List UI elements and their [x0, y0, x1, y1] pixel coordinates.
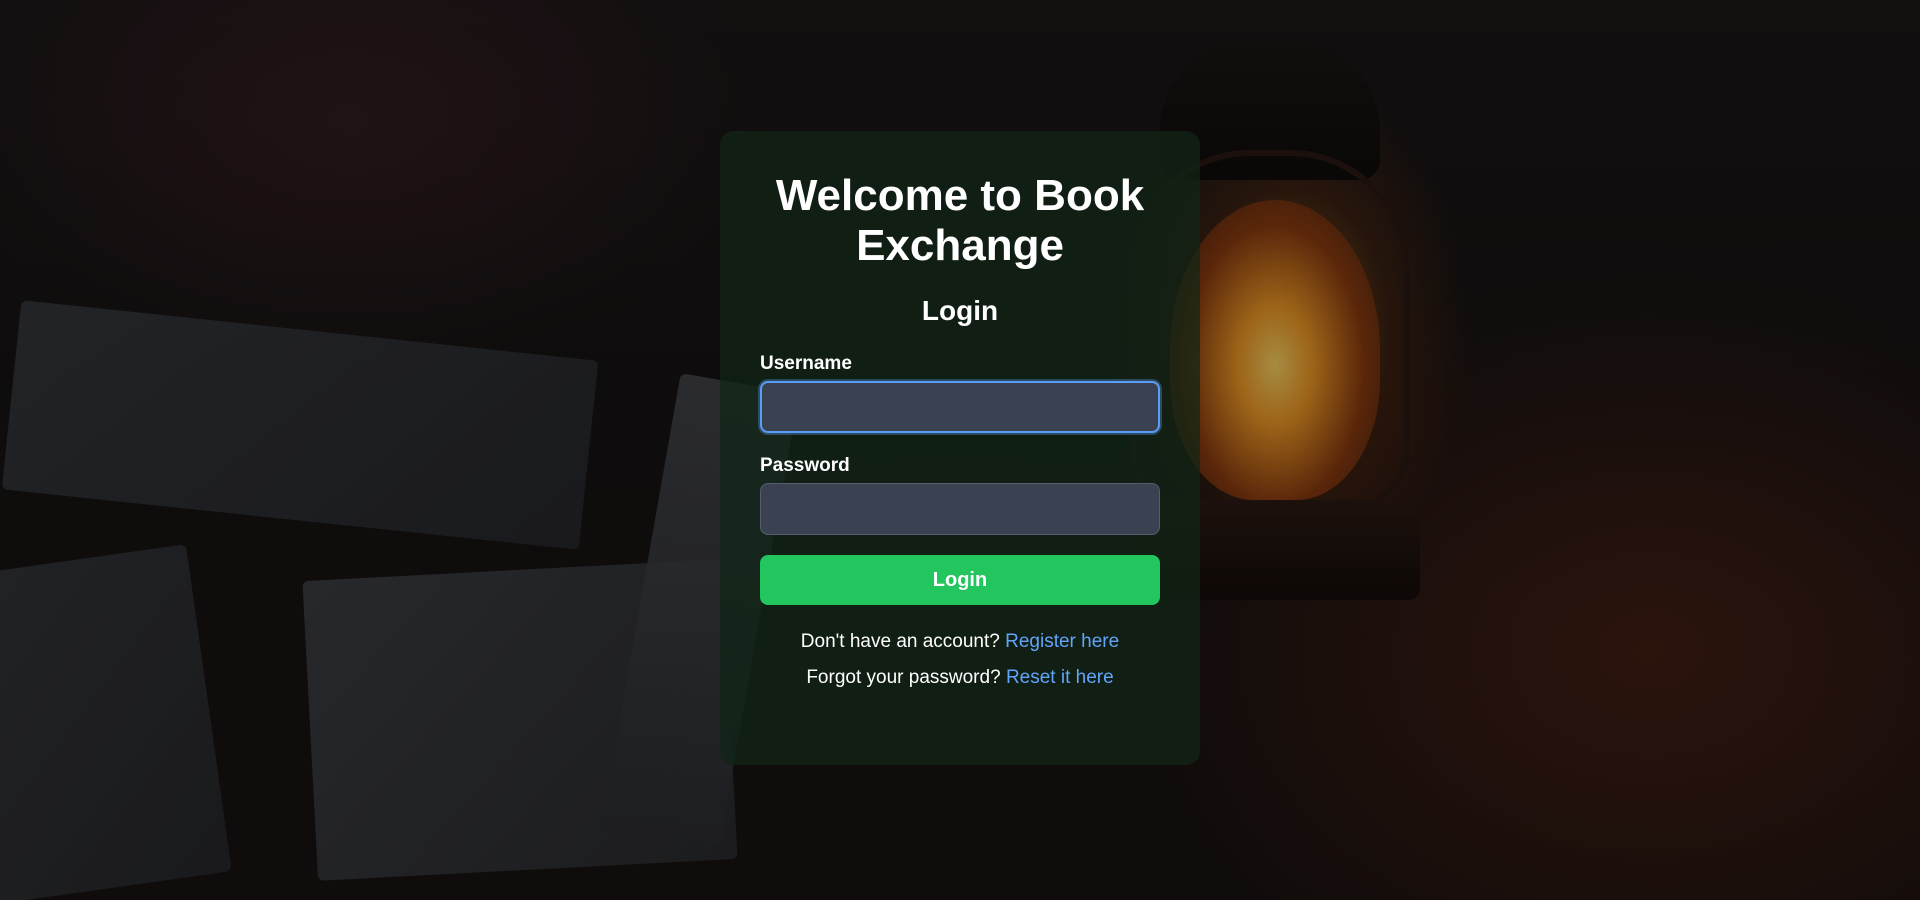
page-title: Welcome to Book Exchange [775, 171, 1145, 270]
login-button[interactable]: Login [760, 555, 1160, 605]
username-input[interactable] [760, 381, 1160, 433]
username-label: Username [760, 353, 852, 374]
register-prompt-text: Don't have an account? [800, 631, 1000, 652]
login-form: Username Password Login [760, 353, 1160, 605]
register-prompt-line: Don't have an account? Register here [760, 631, 1160, 653]
password-label: Password [760, 455, 850, 476]
reset-password-link[interactable]: Reset it here [1006, 667, 1114, 688]
register-link[interactable]: Register here [1005, 631, 1119, 652]
reset-prompt-text: Forgot your password? [806, 667, 1001, 688]
login-card: Welcome to Book Exchange Login Username … [720, 131, 1200, 765]
reset-prompt-line: Forgot your password? Reset it here [760, 667, 1160, 689]
password-input[interactable] [760, 483, 1160, 535]
form-title: Login [921, 295, 999, 326]
